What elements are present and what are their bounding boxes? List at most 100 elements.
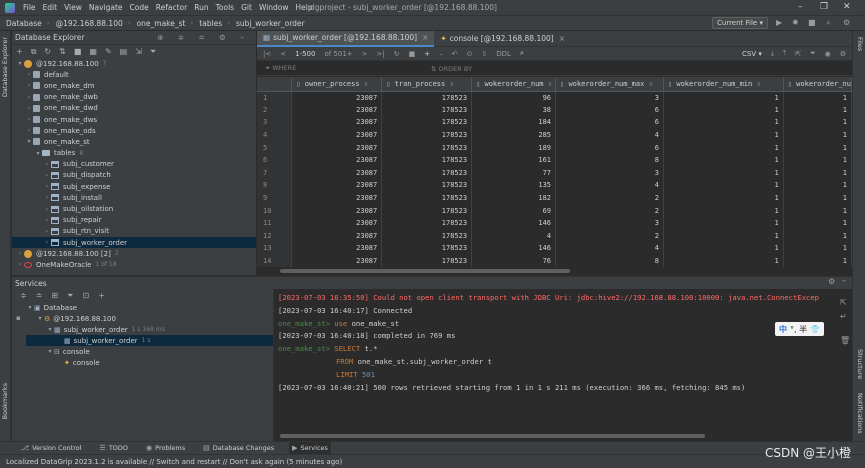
expand-all-icon[interactable]: ≑ bbox=[20, 291, 27, 300]
delete-row-icon[interactable]: – bbox=[439, 50, 443, 58]
table-row[interactable]: 5 23087 178523 189 6 1 1 bbox=[257, 141, 852, 154]
table-row[interactable]: 14 23087 178523 76 8 1 1 bbox=[257, 254, 852, 268]
jump-icon[interactable]: ⇲ bbox=[135, 47, 142, 56]
table-row[interactable]: 6 23087 178523 161 8 1 1 bbox=[257, 153, 852, 167]
table-cell[interactable]: 1 bbox=[783, 229, 852, 243]
table-row[interactable]: 4 23087 178523 285 4 1 1 bbox=[257, 128, 852, 142]
edit-icon[interactable]: ✎ bbox=[105, 47, 112, 56]
table-cell[interactable]: 1 bbox=[663, 179, 784, 192]
table-cell[interactable]: 23087 bbox=[291, 254, 383, 268]
breadcrumb-item[interactable]: @192.168.88.100 bbox=[56, 19, 123, 28]
table-cell[interactable]: 23087 bbox=[291, 191, 383, 205]
close-tab-icon[interactable]: × bbox=[422, 33, 428, 42]
tree-item[interactable]: › subj_customer bbox=[12, 159, 256, 170]
table-cell[interactable]: 178523 bbox=[381, 204, 473, 217]
menu-item-git[interactable]: Git bbox=[241, 3, 252, 12]
menu-item-run[interactable]: Run bbox=[194, 3, 208, 12]
run-icon[interactable]: ▶ bbox=[776, 18, 782, 27]
column-header[interactable]: ▯ wokerorder_num_min ⇕ bbox=[663, 77, 784, 92]
chevron-right-icon[interactable]: › bbox=[43, 217, 51, 224]
console-line[interactable]: [2023-07-03 16:40:17] Connected bbox=[278, 305, 849, 318]
restore-icon[interactable]: ❐ bbox=[820, 2, 828, 12]
table-cell[interactable]: 4 bbox=[555, 128, 664, 142]
view-icon[interactable]: ◉ bbox=[825, 50, 831, 58]
tree-item[interactable]: › subj_dispatch bbox=[12, 170, 256, 181]
menu-item-tools[interactable]: Tools bbox=[216, 3, 234, 12]
table-cell[interactable]: 1 bbox=[663, 153, 784, 167]
import-icon[interactable]: ⤒ bbox=[783, 49, 786, 58]
table-cell[interactable]: 1 bbox=[663, 103, 784, 117]
table-cell[interactable]: 178523 bbox=[381, 216, 473, 230]
submit-icon[interactable]: ⇧ bbox=[481, 50, 487, 58]
table-row[interactable]: 11 23087 178523 146 3 1 1 bbox=[257, 216, 852, 230]
chevron-right-icon[interactable]: › bbox=[25, 116, 33, 123]
table-cell[interactable]: 23087 bbox=[291, 103, 383, 117]
table-cell[interactable]: 23087 bbox=[291, 128, 383, 142]
column-header[interactable]: ▯ wokerorder_num ⇕ bbox=[471, 77, 557, 92]
last-page-icon[interactable]: >| bbox=[377, 50, 385, 58]
table-cell[interactable]: 23087 bbox=[291, 153, 383, 167]
table-cell[interactable]: 178523 bbox=[381, 254, 473, 268]
table-row[interactable]: 3 23087 178523 184 6 1 1 bbox=[257, 116, 852, 129]
table-cell[interactable]: 23087 bbox=[291, 204, 383, 217]
table-cell[interactable]: 178523 bbox=[381, 179, 473, 192]
column-header[interactable]: ▯ owner_process ⇕ bbox=[291, 77, 383, 92]
table-cell[interactable]: 184 bbox=[471, 116, 557, 129]
table-cell[interactable]: 1 bbox=[663, 254, 784, 268]
console-output[interactable]: [2023-07-03 16:35:50] Could not open cli… bbox=[275, 289, 852, 441]
table-cell[interactable]: 8 bbox=[555, 153, 664, 167]
table-cell[interactable]: 77 bbox=[471, 166, 557, 180]
table-cell[interactable]: 1 bbox=[663, 216, 784, 230]
add-icon[interactable]: + bbox=[16, 47, 23, 56]
chevron-right-icon[interactable]: › bbox=[25, 94, 33, 101]
menu-item-file[interactable]: File bbox=[23, 3, 36, 12]
console-line[interactable]: FROM one_make_st.subj_worker_order t bbox=[278, 356, 849, 369]
table-cell[interactable]: 1 bbox=[783, 191, 852, 205]
table-cell[interactable]: 1 bbox=[663, 191, 784, 205]
page-size-selector[interactable]: 1-500 bbox=[295, 50, 315, 58]
tree-item[interactable]: › one_make_dws bbox=[12, 114, 256, 125]
tree-item[interactable]: ▾ one_make_st bbox=[12, 136, 256, 147]
chevron-right-icon[interactable]: › bbox=[25, 71, 33, 78]
table-row[interactable]: 2 23087 178523 38 6 1 1 bbox=[257, 103, 852, 117]
tree-item[interactable]: › one_make_dwd bbox=[12, 103, 256, 114]
table-cell[interactable]: 146 bbox=[471, 242, 557, 255]
table-cell[interactable]: 2 bbox=[555, 191, 664, 205]
console-line[interactable]: [2023-07-03 16:40:21] 500 rows retrieved… bbox=[278, 382, 849, 395]
export-format-dropdown[interactable]: CSV ▾ bbox=[742, 50, 762, 58]
table-cell[interactable]: 178523 bbox=[381, 229, 473, 243]
column-header[interactable]: ▯ tran_process ⇕ bbox=[381, 77, 473, 92]
hide-panel-icon[interactable]: – bbox=[842, 276, 847, 286]
table-row[interactable]: 10 23087 178523 69 2 1 1 bbox=[257, 204, 852, 217]
menu-item-view[interactable]: View bbox=[64, 3, 82, 12]
table-cell[interactable]: 23087 bbox=[291, 242, 383, 255]
close-tab-icon[interactable]: × bbox=[559, 34, 565, 43]
editor-tab[interactable]: ▦ subj_worker_order [@192.168.88.100] × bbox=[257, 30, 435, 47]
table-cell[interactable]: 2 bbox=[555, 204, 664, 217]
chevron-right-icon[interactable]: › bbox=[25, 127, 33, 134]
pin-icon[interactable]: ⇱ bbox=[840, 298, 847, 307]
ddl-button[interactable]: DDL bbox=[496, 50, 511, 58]
export-icon[interactable]: ⤓ bbox=[771, 49, 774, 58]
filter-sync-icon[interactable]: ⇅ bbox=[59, 47, 66, 56]
first-page-icon[interactable]: |< bbox=[263, 50, 271, 58]
tool-tab-todo[interactable]: ☰ TODO bbox=[97, 442, 132, 455]
copy-icon[interactable]: ⧉ bbox=[31, 47, 37, 57]
tool-tab-database-changes[interactable]: ▤ Database Changes bbox=[200, 442, 277, 455]
table-cell[interactable]: 1 bbox=[663, 91, 784, 104]
chevron-right-icon[interactable]: › bbox=[16, 261, 24, 268]
table-cell[interactable]: 23087 bbox=[291, 179, 383, 192]
chevron-right-icon[interactable]: › bbox=[43, 194, 51, 201]
table-cell[interactable]: 76 bbox=[471, 254, 557, 268]
group-icon[interactable]: ⊞ bbox=[51, 291, 58, 300]
table-cell[interactable]: 1 bbox=[783, 141, 852, 154]
table-icon[interactable]: ▦ bbox=[89, 47, 97, 56]
ime-indicator[interactable]: 中 °, 半 👕 bbox=[775, 322, 825, 336]
database-explorer-tool-tab[interactable]: Database Explorer bbox=[1, 37, 9, 97]
previous-page-icon[interactable]: < bbox=[280, 50, 286, 58]
table-cell[interactable]: 69 bbox=[471, 204, 557, 217]
chevron-right-icon[interactable]: › bbox=[43, 161, 51, 168]
filter-icon[interactable]: ⏷ bbox=[150, 47, 156, 57]
service-item[interactable]: ▾ ⊟ console bbox=[26, 346, 273, 357]
table-cell[interactable]: 178523 bbox=[381, 153, 473, 167]
